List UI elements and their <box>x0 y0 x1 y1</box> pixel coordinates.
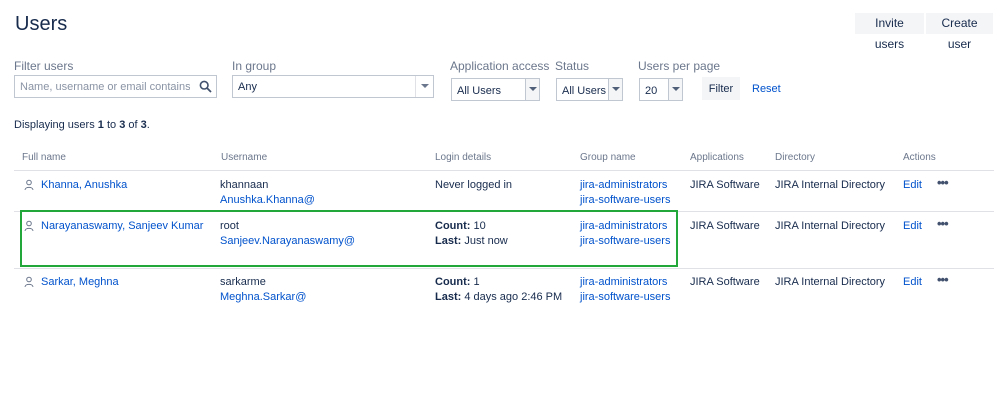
col-header-applications: Applications <box>690 152 744 163</box>
summary-from: 1 <box>97 119 104 131</box>
summary-to: 3 <box>119 119 126 131</box>
col-header-login-details: Login details <box>435 152 492 163</box>
edit-user-link[interactable]: Edit <box>903 275 922 290</box>
more-icon[interactable]: ••• <box>937 216 949 231</box>
login-details: Never logged in <box>435 179 513 191</box>
filter-users-input[interactable] <box>15 76 195 97</box>
group-link[interactable]: jira-administrators <box>580 275 667 290</box>
status-select[interactable]: All Users <box>556 78 623 101</box>
page-title: Users <box>15 13 68 35</box>
edit-user-link[interactable]: Edit <box>903 178 922 193</box>
reset-link[interactable]: Reset <box>752 83 781 95</box>
col-header-username: Username <box>221 152 268 163</box>
application-access-select[interactable]: All Users <box>451 78 540 101</box>
filter-users-search-box <box>14 75 217 98</box>
col-header-group-name: Group name <box>580 152 636 163</box>
group-link[interactable]: jira-administrators <box>580 178 667 193</box>
group-link[interactable]: jira-software-users <box>580 290 670 305</box>
user-icon <box>24 220 34 232</box>
header-divider <box>14 170 994 171</box>
col-header-full-name: Full name <box>22 152 66 163</box>
filter-button[interactable]: Filter <box>702 77 740 100</box>
results-summary: Displaying users 1 to 3 of 3. <box>14 119 150 131</box>
user-full-name-link[interactable]: Khanna, Anushka <box>41 178 127 193</box>
login-last-value: 4 days ago 2:46 PM <box>464 291 563 303</box>
login-count: Count: 10 <box>435 219 486 234</box>
search-icon[interactable] <box>199 80 212 93</box>
in-group-value: Any <box>238 81 257 93</box>
in-group-select[interactable]: Any <box>232 75 434 98</box>
invite-users-button[interactable]: Invite users <box>855 13 924 51</box>
users-per-page-label: Users per page <box>638 59 721 73</box>
chevron-down-icon <box>415 76 433 97</box>
row-divider <box>14 268 994 269</box>
chevron-down-icon <box>668 79 682 100</box>
chevron-down-icon <box>608 79 622 100</box>
row-divider <box>14 211 994 212</box>
filter-users-label: Filter users <box>14 59 74 73</box>
directory: JIRA Internal Directory <box>775 220 886 232</box>
login-count-value: 1 <box>473 276 480 288</box>
application-access-label: Application access <box>450 59 550 73</box>
user-full-name-link[interactable]: Sarkar, Meghna <box>41 275 119 290</box>
username: root <box>220 220 239 232</box>
status-value: All Users <box>562 85 607 97</box>
username: khannaan <box>220 179 269 191</box>
col-header-directory: Directory <box>775 152 816 163</box>
login-last-value: Just now <box>464 235 508 247</box>
login-last: Last: Just now <box>435 234 508 249</box>
user-icon <box>24 179 34 191</box>
application: JIRA Software <box>690 276 760 288</box>
application-access-value: All Users <box>457 85 502 97</box>
users-per-page-value: 20 <box>645 85 658 97</box>
login-count-value: 10 <box>473 220 486 232</box>
summary-suffix: . <box>146 119 150 131</box>
group-link[interactable]: jira-administrators <box>580 219 667 234</box>
login-count: Count: 1 <box>435 275 480 290</box>
directory: JIRA Internal Directory <box>775 179 886 191</box>
user-icon <box>24 276 34 288</box>
create-user-button[interactable]: Create user <box>926 13 993 51</box>
summary-prefix: Displaying users <box>14 119 95 131</box>
application: JIRA Software <box>690 179 760 191</box>
login-count-label: Count: <box>435 276 471 288</box>
status-label: Status <box>555 59 590 73</box>
user-email-link[interactable]: Sanjeev.Narayanaswamy@ <box>220 234 355 249</box>
group-link[interactable]: jira-software-users <box>580 234 670 249</box>
in-group-label: In group <box>232 59 277 73</box>
login-last-label: Last: <box>435 291 462 303</box>
login-last: Last: 4 days ago 2:46 PM <box>435 290 562 305</box>
login-last-label: Last: <box>435 235 462 247</box>
user-email-link[interactable]: Anushka.Khanna@ <box>220 193 315 208</box>
user-full-name-link[interactable]: Narayanaswamy, Sanjeev Kumar <box>41 219 203 234</box>
login-count-label: Count: <box>435 220 471 232</box>
edit-user-link[interactable]: Edit <box>903 219 922 234</box>
user-email-link[interactable]: Meghna.Sarkar@ <box>220 290 306 305</box>
more-icon[interactable]: ••• <box>937 272 949 287</box>
username: sarkarme <box>220 276 266 288</box>
summary-to-word: to <box>106 119 117 131</box>
col-header-actions: Actions <box>903 152 936 163</box>
users-per-page-select[interactable]: 20 <box>639 78 683 101</box>
group-link[interactable]: jira-software-users <box>580 193 670 208</box>
application: JIRA Software <box>690 220 760 232</box>
more-icon[interactable]: ••• <box>937 175 949 190</box>
directory: JIRA Internal Directory <box>775 276 886 288</box>
chevron-down-icon <box>525 79 539 100</box>
summary-of-word: of <box>128 119 138 131</box>
